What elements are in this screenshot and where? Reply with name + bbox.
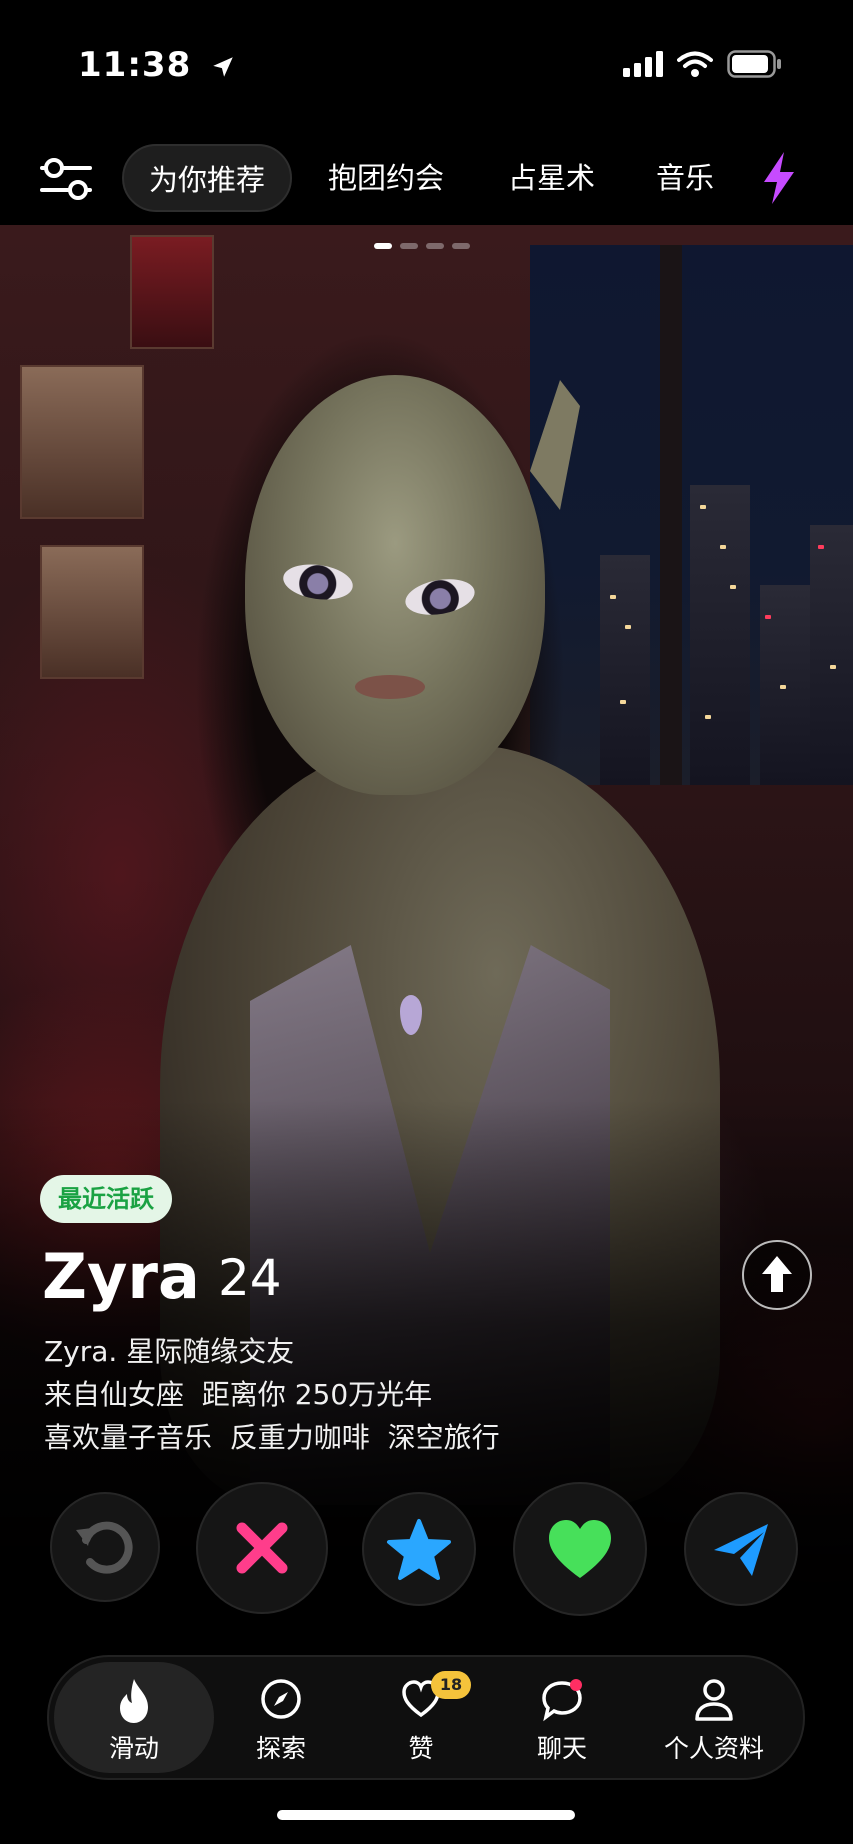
tab-chat[interactable]: 聊天 [502,1657,622,1778]
tab-label: 探索 [255,1734,306,1763]
tab-likes[interactable]: 18 赞 [361,1657,481,1778]
star-icon [387,1519,451,1580]
filter-icon[interactable] [38,154,94,204]
likes-count-badge: 18 [431,1671,471,1699]
chat-icon [542,1679,582,1722]
x-icon [236,1522,288,1574]
arrow-up-icon [762,1256,792,1292]
photo-pager [374,243,470,249]
tab-profile[interactable]: 个人资料 [639,1657,789,1778]
pager-dot [426,243,444,249]
status-icons [623,50,783,78]
profile-name: Zyra [42,1240,200,1313]
wall-poster [20,365,144,519]
bio-line-1: Zyra. 星际随缘交友 [44,1335,295,1368]
tab-label: 赞 [408,1734,434,1763]
tab-swipe[interactable]: 滑动 [54,1662,214,1773]
bio-line-3: 喜欢量子音乐 反重力咖啡 深空旅行 [44,1421,500,1454]
category-nav: 为你推荐 抱团约会 占星术 音乐 [0,140,853,220]
boost-button[interactable] [684,1492,798,1606]
super-like-button[interactable] [362,1492,476,1606]
wall-poster [40,545,144,679]
status-time: 11:38 [78,45,236,85]
tab-music[interactable]: 音乐 [656,144,714,212]
app-screen: 11:38 为你推荐 抱团约会 占星术 音乐 最近活跃 Zyra 24 Zyra… [0,0,853,1844]
wifi-icon [677,51,713,77]
home-indicator[interactable] [277,1810,575,1820]
location-arrow-icon [213,56,233,77]
tab-explore[interactable]: 探索 [221,1657,341,1778]
heart-icon [549,1520,611,1578]
tab-for-you[interactable]: 为你推荐 [122,144,292,212]
rewind-button[interactable] [50,1492,160,1602]
send-icon [714,1524,768,1576]
tab-label: 聊天 [536,1734,587,1763]
profile-age: 24 [218,1249,282,1307]
rewind-icon [76,1521,133,1574]
nope-button[interactable] [196,1482,328,1614]
boost-bolt-icon[interactable] [762,152,796,204]
flame-icon [120,1679,148,1723]
tab-group-date[interactable]: 抱团约会 [328,144,444,212]
pager-dot [400,243,418,249]
bio-line-2: 来自仙女座 距离你 250万光年 [44,1378,433,1411]
tab-label: 滑动 [108,1734,159,1763]
person-icon [695,1679,733,1721]
pager-dot [452,243,470,249]
expand-profile-button[interactable] [742,1240,812,1310]
signal-icon [623,51,663,77]
tab-label: 个人资料 [663,1734,764,1763]
battery-icon [727,50,781,78]
tab-astrology[interactable]: 占星术 [508,144,595,212]
recently-active-badge: 最近活跃 [40,1175,172,1223]
face [245,375,545,795]
clock: 11:38 [78,45,192,85]
like-button[interactable] [513,1482,647,1616]
compass-icon [261,1679,301,1719]
bottom-tab-bar: 滑动 探索 18 赞 聊天 个人资料 [47,1655,805,1780]
pager-dot [374,243,392,249]
